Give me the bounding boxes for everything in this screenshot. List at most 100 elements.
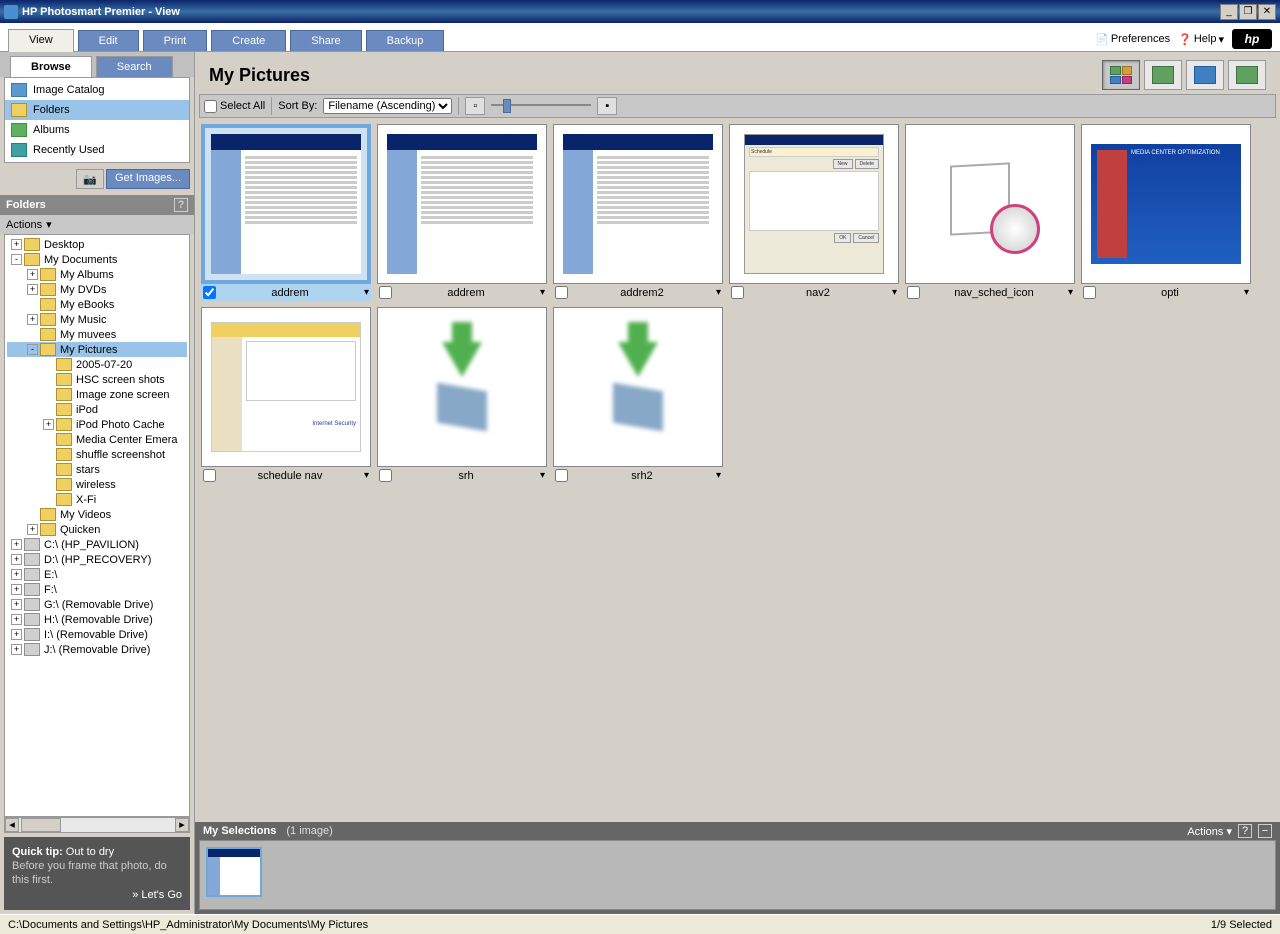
main-tab-backup[interactable]: Backup	[366, 30, 445, 51]
tree-node[interactable]: +I:\ (Removable Drive)	[7, 627, 187, 642]
tree-node[interactable]: +D:\ (HP_RECOVERY)	[7, 552, 187, 567]
tree-expander[interactable]: +	[11, 554, 22, 565]
tree-node[interactable]: Media Center Emera	[7, 432, 187, 447]
tree-node[interactable]: Image zone screen	[7, 387, 187, 402]
get-images-button[interactable]: Get Images...	[106, 169, 190, 189]
tree-node[interactable]: My eBooks	[7, 297, 187, 312]
view-mode-slideshow[interactable]	[1186, 60, 1224, 90]
tree-expander[interactable]: -	[27, 344, 38, 355]
thumbnail-checkbox[interactable]	[379, 469, 392, 482]
tree-node[interactable]: My muvees	[7, 327, 187, 342]
tray-help-icon[interactable]: ?	[1238, 824, 1252, 838]
category-recently-used[interactable]: Recently Used	[5, 140, 189, 160]
thumbnail-checkbox[interactable]	[555, 469, 568, 482]
tree-node[interactable]: +Quicken	[7, 522, 187, 537]
thumbnail-menu-button[interactable]: ▾	[892, 287, 897, 298]
sort-by-select[interactable]: Filename (Ascending)	[323, 98, 452, 114]
thumbnail-menu-button[interactable]: ▾	[716, 470, 721, 481]
view-mode-single[interactable]	[1144, 60, 1182, 90]
tree-expander[interactable]: +	[27, 314, 38, 325]
tree-node[interactable]: +iPod Photo Cache	[7, 417, 187, 432]
tray-thumbnail[interactable]	[206, 847, 262, 897]
thumbnail-menu-button[interactable]: ▾	[1068, 287, 1073, 298]
tree-node[interactable]: stars	[7, 462, 187, 477]
zoom-large-button[interactable]: ▪	[597, 97, 617, 115]
tree-node[interactable]: shuffle screenshot	[7, 447, 187, 462]
main-tab-edit[interactable]: Edit	[78, 30, 139, 51]
tree-node[interactable]: +My Albums	[7, 267, 187, 282]
tree-expander[interactable]: +	[11, 539, 22, 550]
zoom-small-button[interactable]: ▫	[465, 97, 485, 115]
category-albums[interactable]: Albums	[5, 120, 189, 140]
category-image-catalog[interactable]: Image Catalog	[5, 80, 189, 100]
tree-expander[interactable]: +	[43, 419, 54, 430]
thumbnail-checkbox[interactable]	[379, 286, 392, 299]
tree-expander[interactable]: +	[11, 569, 22, 580]
tree-node[interactable]: X-Fi	[7, 492, 187, 507]
thumbnail-checkbox[interactable]	[203, 286, 216, 299]
tree-expander[interactable]: +	[11, 239, 22, 250]
tree-horizontal-scrollbar[interactable]: ◂▸	[4, 817, 190, 833]
tree-node[interactable]: My Videos	[7, 507, 187, 522]
category-folders[interactable]: Folders	[5, 100, 189, 120]
tree-node[interactable]: +H:\ (Removable Drive)	[7, 612, 187, 627]
tree-expander[interactable]: +	[27, 269, 38, 280]
thumbnail-menu-button[interactable]: ▾	[1244, 287, 1249, 298]
tree-node[interactable]: +My DVDs	[7, 282, 187, 297]
main-tab-print[interactable]: Print	[143, 30, 208, 51]
thumbnail-image[interactable]	[553, 307, 723, 467]
quick-tip-go-link[interactable]: » Let's Go	[12, 888, 182, 902]
tree-node[interactable]: 2005-07-20	[7, 357, 187, 372]
tree-node[interactable]: wireless	[7, 477, 187, 492]
thumbnail-checkbox[interactable]	[907, 286, 920, 299]
tree-expander[interactable]: +	[11, 584, 22, 595]
tray-collapse-button[interactable]: −	[1258, 824, 1272, 838]
tree-expander[interactable]: +	[11, 629, 22, 640]
tree-node[interactable]: +J:\ (Removable Drive)	[7, 642, 187, 657]
main-tab-share[interactable]: Share	[290, 30, 361, 51]
thumbnail-image[interactable]	[905, 124, 1075, 284]
tree-node[interactable]: -My Pictures	[7, 342, 187, 357]
minimize-button[interactable]: _	[1220, 4, 1238, 20]
tree-expander[interactable]: +	[11, 614, 22, 625]
main-tab-view[interactable]: View	[8, 29, 74, 52]
tree-node[interactable]: -My Documents	[7, 252, 187, 267]
folders-help-icon[interactable]: ?	[174, 198, 188, 212]
thumbnail-checkbox[interactable]	[203, 469, 216, 482]
thumbnail-image[interactable]: Internet Security	[201, 307, 371, 467]
tray-actions-menu[interactable]: Actions ▾	[1187, 825, 1232, 838]
view-mode-grid[interactable]	[1102, 60, 1140, 90]
tree-node[interactable]: +C:\ (HP_PAVILION)	[7, 537, 187, 552]
folders-actions-menu[interactable]: Actions▾	[0, 215, 194, 234]
tree-node[interactable]: HSC screen shots	[7, 372, 187, 387]
thumbnail-image[interactable]: ScheduleNewDeleteOKCancel	[729, 124, 899, 284]
search-tab[interactable]: Search	[96, 56, 173, 77]
preferences-link[interactable]: 📄 Preferences	[1095, 33, 1170, 46]
thumbnail-image[interactable]	[553, 124, 723, 284]
browse-tab[interactable]: Browse	[10, 56, 92, 77]
thumbnail-image[interactable]: MEDIA CENTER OPTIMIZATION	[1081, 124, 1251, 284]
tree-node[interactable]: iPod	[7, 402, 187, 417]
thumbnail-menu-button[interactable]: ▾	[364, 470, 369, 481]
thumbnail-image[interactable]	[377, 124, 547, 284]
thumbnail-menu-button[interactable]: ▾	[540, 287, 545, 298]
close-button[interactable]: ✕	[1258, 4, 1276, 20]
thumbnail-menu-button[interactable]: ▾	[364, 287, 369, 298]
tree-expander[interactable]: +	[27, 524, 38, 535]
thumbnail-checkbox[interactable]	[731, 286, 744, 299]
tree-expander[interactable]: +	[11, 599, 22, 610]
select-all-checkbox[interactable]: Select All	[204, 100, 265, 113]
tree-node[interactable]: +F:\	[7, 582, 187, 597]
thumbnail-checkbox[interactable]	[555, 286, 568, 299]
thumbnail-image[interactable]	[377, 307, 547, 467]
thumbnail-size-slider[interactable]	[491, 98, 591, 114]
thumbnail-menu-button[interactable]: ▾	[540, 470, 545, 481]
maximize-button[interactable]: ❐	[1239, 4, 1257, 20]
tree-node[interactable]: +Desktop	[7, 237, 187, 252]
tree-node[interactable]: +G:\ (Removable Drive)	[7, 597, 187, 612]
tree-node[interactable]: +My Music	[7, 312, 187, 327]
tree-expander[interactable]: +	[27, 284, 38, 295]
tree-expander[interactable]: +	[11, 644, 22, 655]
tree-node[interactable]: +E:\	[7, 567, 187, 582]
thumbnail-checkbox[interactable]	[1083, 286, 1096, 299]
